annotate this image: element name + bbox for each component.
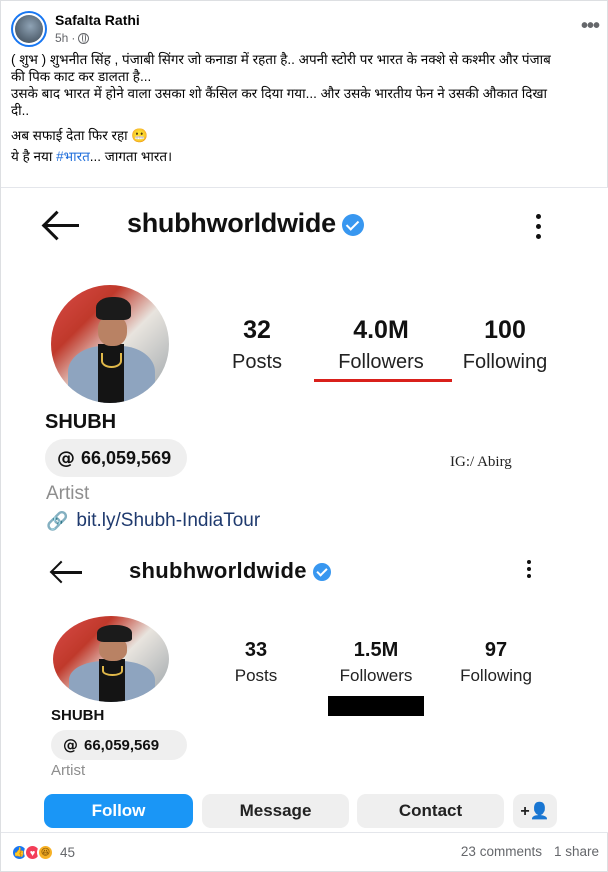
threads-badge: @ 66,059,569 (51, 730, 187, 760)
post-time[interactable]: 5h (55, 31, 68, 45)
verified-badge-icon (312, 563, 331, 582)
post-caption: ( शुभ ) शुभनीत सिंह , पंजाबी सिंगर जो कन… (11, 51, 601, 165)
stat-following: 100 Following (462, 316, 548, 373)
caption-line: की पिक काट कर डालता है... (11, 69, 152, 84)
contact-button: Contact (357, 794, 504, 828)
stat-posts: 32 Posts (231, 316, 283, 373)
more-options-button[interactable]: ••• (581, 15, 600, 38)
profile-link: 🔗 bit.ly/Shubh-IndiaTour (46, 510, 261, 531)
facebook-post: Safalta Rathi 5h · ••• ( शुभ ) शुभनीत सि… (0, 0, 608, 872)
haha-reaction-icon: 😆 (37, 844, 54, 861)
comments-link[interactable]: 23 comments (461, 844, 542, 859)
redaction-bar (328, 696, 424, 716)
post-header: Safalta Rathi 5h · ••• (11, 9, 601, 49)
profile-picture (51, 285, 169, 403)
caption-line: उसके बाद भारत में होने वाला उसका शो कैंस… (11, 86, 547, 101)
profile-handle: shubhworldwide (127, 208, 364, 239)
stat-posts: 33 Posts (234, 639, 278, 685)
post-meta: 5h · (55, 31, 90, 45)
profile-name: SHUBH (51, 707, 105, 724)
message-button: Message (202, 794, 349, 828)
kebab-menu-icon (536, 214, 542, 244)
author-name[interactable]: Safalta Rathi (55, 12, 140, 28)
hashtag-link[interactable]: #भारत (56, 149, 90, 164)
back-arrow-icon (43, 210, 81, 240)
post-footer: 👍 ♥ 😆 45 23 comments 1 share (11, 844, 599, 864)
back-arrow-icon (51, 560, 83, 584)
add-user-icon: +👤 (513, 794, 557, 828)
stat-followers: 1.5M Followers (339, 639, 413, 685)
profile-category: Artist (46, 483, 90, 504)
threads-icon: @ (63, 736, 78, 754)
profile-name: SHUBH (45, 411, 117, 433)
profile-category: Artist (51, 762, 86, 779)
kebab-menu-icon (527, 560, 533, 583)
threads-icon: @ (57, 447, 75, 469)
threads-badge: @ 66,059,569 (45, 439, 187, 477)
shares-link[interactable]: 1 share (554, 844, 599, 859)
profile-handle: shubhworldwide (129, 558, 331, 584)
stat-followers: 4.0M Followers (338, 316, 424, 373)
caption-line: दी.. (11, 103, 30, 118)
post-image[interactable]: shubhworldwide 32 Posts 4.0M Followers 1… (1, 187, 608, 833)
caption-line: ये है नया #भारत... जागता भारत। (11, 149, 173, 164)
follow-button: Follow (44, 794, 193, 828)
watermark: IG:/ Abirg (450, 454, 512, 470)
reactions-summary[interactable]: 👍 ♥ 😆 45 (11, 844, 75, 861)
red-underline-annotation (314, 379, 452, 382)
stat-following: 97 Following (460, 639, 532, 685)
caption-line: ( शुभ ) शुभनीत सिंह , पंजाबी सिंगर जो कन… (11, 52, 551, 67)
globe-icon (78, 32, 90, 44)
caption-line: अब सफाई देता फिर रहा 😬 (11, 128, 149, 143)
reaction-count: 45 (60, 845, 76, 860)
link-icon: 🔗 (46, 510, 69, 531)
profile-picture (53, 616, 169, 702)
verified-badge-icon (341, 213, 364, 236)
author-avatar[interactable] (11, 11, 47, 47)
